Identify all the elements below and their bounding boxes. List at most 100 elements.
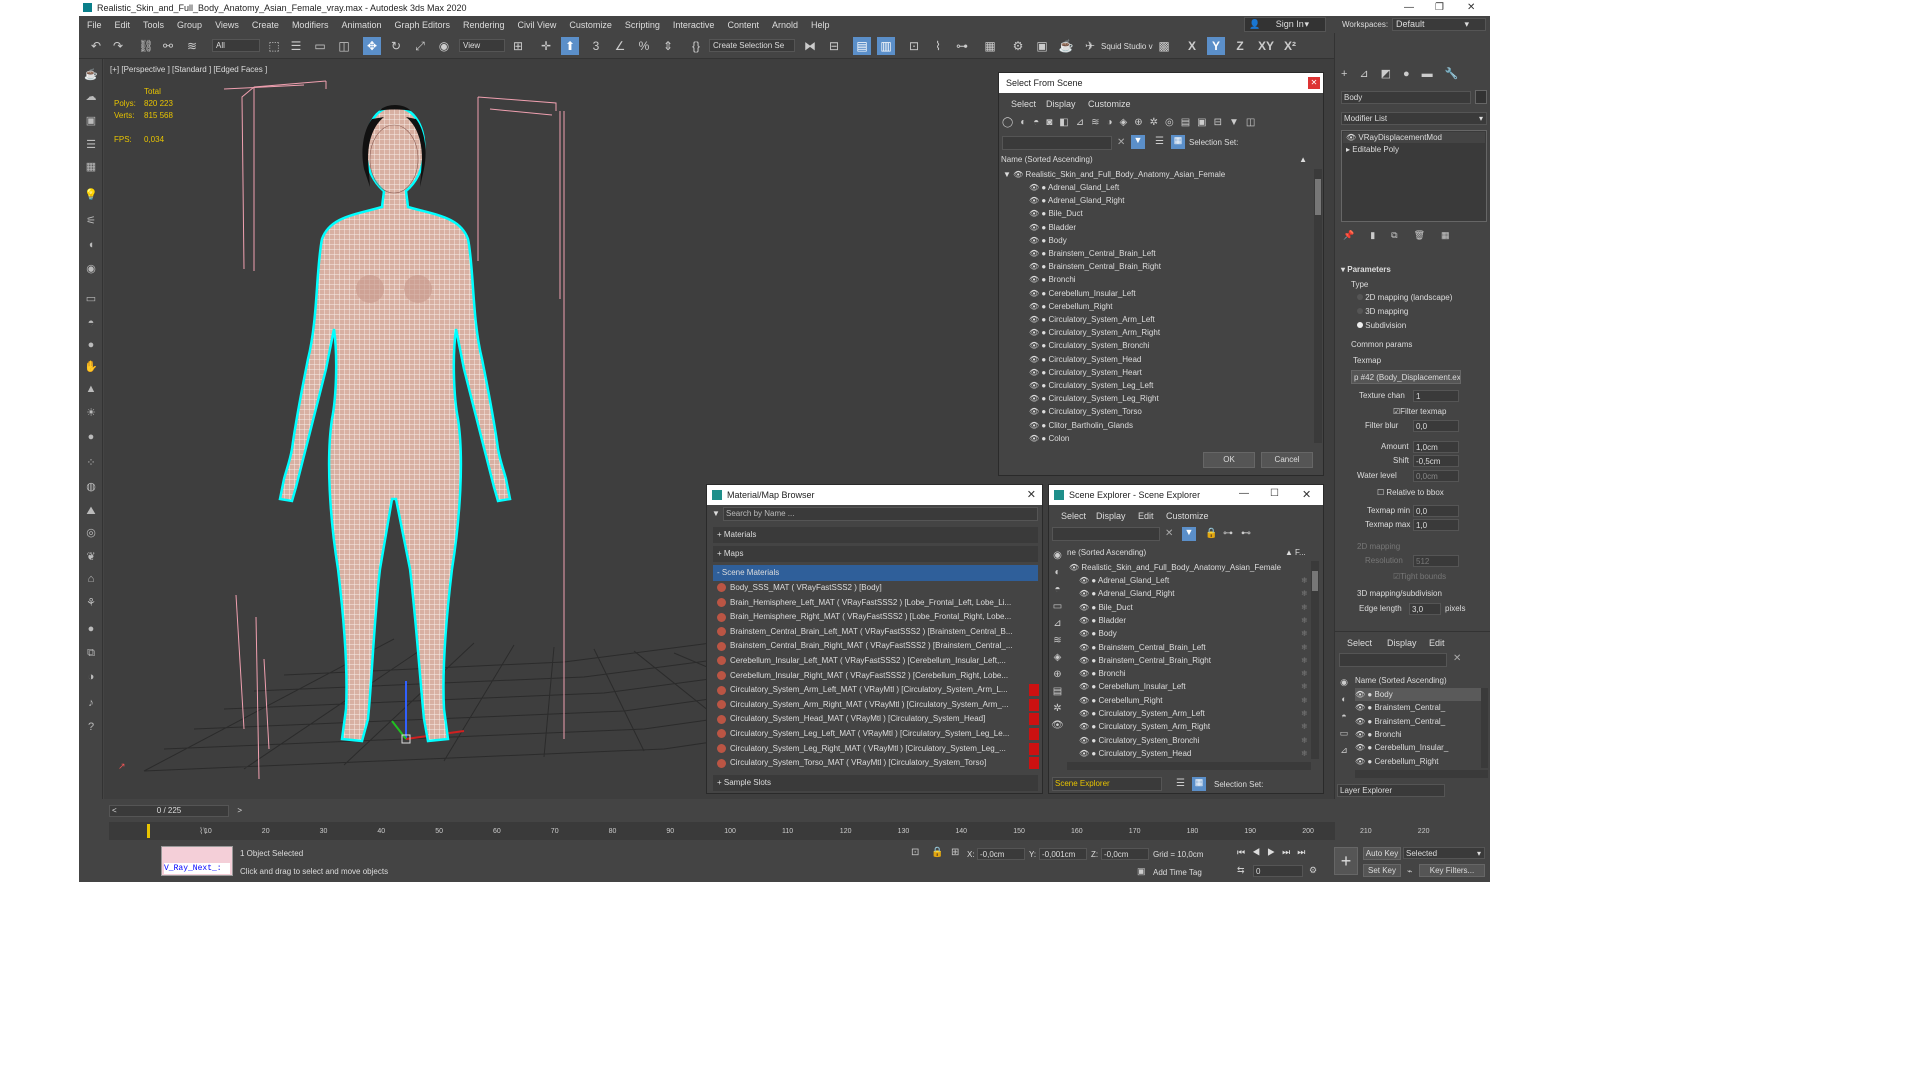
sfs-list-item[interactable]: 👁 ● Bronchi (1029, 273, 1076, 286)
redo-icon[interactable]: ↷ (109, 37, 127, 55)
le-menu-display[interactable]: Display (1387, 638, 1417, 648)
select-and-move-icon[interactable]: ✥ (363, 37, 381, 55)
freeze-icon[interactable]: ❄ (1301, 680, 1307, 693)
eye-icon[interactable]: 👁 (1079, 682, 1091, 691)
material-list-item[interactable]: Circulatory_System_Head_MAT ( VRayMtl ) … (717, 712, 1027, 726)
plant-icon[interactable]: ❦ (82, 549, 100, 565)
filter-texmap-checkbox[interactable]: ☑Filter texmap (1393, 407, 1446, 416)
se-list-item[interactable]: 👁 ● Adrenal_Gland_Right ❄ (1079, 587, 1307, 600)
ik-icon[interactable]: ⧉ (82, 645, 100, 661)
image-icon[interactable]: ▣ (82, 113, 100, 129)
clear-search-icon[interactable]: ✕ (1165, 528, 1173, 539)
material-list-item[interactable]: Circulatory_System_Leg_Right_MAT ( VRayM… (717, 742, 1027, 756)
mirror-icon[interactable]: ⧓ (801, 37, 819, 55)
tight-bounds-checkbox[interactable]: ☑Tight bounds (1393, 572, 1446, 581)
viewport-label[interactable]: [+] [Perspective ] [Standard ] [Edged Fa… (110, 65, 267, 74)
layer-list-item[interactable]: 👁 ● Bronchi (1355, 728, 1481, 741)
menu-civil-view[interactable]: Civil View (518, 20, 557, 30)
curve-editor-toggle-icon[interactable]: ⌇\ (199, 826, 206, 837)
layer-list-item[interactable]: 👁 ● Brainstem_Central_ (1355, 701, 1481, 714)
material-editor-icon[interactable]: ▦ (981, 37, 999, 55)
le-hscrollbar[interactable] (1355, 770, 1488, 778)
layer-list-item[interactable]: 👁 ● Cerebellum_Right (1355, 755, 1481, 768)
sfs-list-item[interactable]: 👁 ● Cerebellum_Insular_Left (1029, 287, 1136, 300)
material-list-item[interactable]: Cerebellum_Insular_Right_MAT ( VRayFastS… (717, 669, 1027, 683)
reference-coordinate-dropdown[interactable]: View (459, 39, 505, 52)
eye-icon[interactable]: 👁 (1079, 669, 1091, 678)
time-config-icon[interactable]: ⚙ (1309, 865, 1317, 876)
gold-sphere-icon[interactable]: ● (82, 429, 100, 445)
sfs-list-item[interactable]: 👁 ● Circulatory_System_Head (1029, 353, 1141, 366)
list-icon[interactable]: ☰ (82, 137, 100, 153)
eye-icon[interactable]: 👁 (1029, 381, 1041, 390)
texture-chan-spinner[interactable]: 1 (1413, 390, 1459, 402)
percent-snap-icon[interactable]: % (635, 37, 653, 55)
sfs-list-item[interactable]: 👁 ● Circulatory_System_Leg_Left (1029, 379, 1153, 392)
select-and-scale-icon[interactable]: ⤢ (411, 37, 429, 55)
camera-icon[interactable]: ◉ (82, 261, 100, 277)
close-icon[interactable]: ✕ (1467, 0, 1475, 16)
selection-filter-dropdown[interactable]: All (212, 39, 260, 52)
menu-animation[interactable]: Animation (341, 20, 381, 30)
texmap-button[interactable]: p #42 (Body_Displacement.ex (1351, 370, 1461, 384)
axis-z-button[interactable]: Z (1231, 37, 1249, 55)
dome-icon[interactable]: ◓ (82, 315, 100, 331)
fur-icon[interactable]: ⚘ (82, 595, 100, 611)
blue-sphere-icon[interactable]: ● (82, 621, 100, 637)
axis-x-squared-icon[interactable]: X² (1281, 37, 1299, 55)
scene-explorer-toggle-icon[interactable]: ▤ (853, 37, 871, 55)
se-menu-customize[interactable]: Customize (1166, 511, 1209, 521)
layers-icon[interactable]: ☰ (1155, 136, 1164, 147)
layer-explorer-dropdown[interactable]: Layer Explorer (1337, 784, 1445, 797)
squid-studio-label[interactable]: Squid Studio v (1101, 42, 1153, 51)
sfs-search-input[interactable] (1002, 136, 1112, 150)
sfs-list-item[interactable]: 👁 ● Body (1029, 234, 1067, 247)
material-list-item[interactable]: Brain_Hemisphere_Right_MAT ( VRayFastSSS… (717, 610, 1027, 624)
capsule-icon[interactable]: ◍ (82, 479, 100, 495)
light-icon[interactable]: 💡 (82, 187, 100, 203)
eye-icon[interactable]: 👁 (1029, 394, 1041, 403)
cancel-button[interactable]: Cancel (1261, 452, 1313, 468)
freeze-icon[interactable]: ❄ (1301, 734, 1307, 747)
material-list-item[interactable]: Circulatory_System_Leg_Left_MAT ( VRayMt… (717, 727, 1027, 741)
layer-list-item[interactable]: 👁 ● Body (1355, 688, 1481, 701)
time-tag-icon[interactable]: ▣ (1137, 866, 1146, 877)
key-mode-icon[interactable]: ⇆ (1237, 865, 1245, 876)
hand-icon[interactable]: ✋ (82, 359, 100, 375)
menu-scripting[interactable]: Scripting (625, 20, 660, 30)
material-list-item[interactable]: Circulatory_System_Arm_Left_MAT ( VRayMt… (717, 683, 1027, 697)
filter-icon[interactable]: ▼ (1131, 135, 1145, 149)
freeze-icon[interactable]: ❄ (1301, 654, 1307, 667)
filter-blur-spinner[interactable]: 0,0 (1413, 420, 1459, 432)
timeline-ruler[interactable]: 10 20 30 40 50 60 70 80 90 100 110 120 130 140 150 160 1… (109, 822, 1429, 840)
modifier-list-dropdown[interactable]: Modifier List ▾ (1341, 112, 1487, 125)
ribbon-toggle-icon[interactable]: ⊡ (905, 37, 923, 55)
hierarchy-icon[interactable]: ⊶ (1223, 528, 1233, 539)
eye-icon[interactable]: 👁 (1029, 236, 1041, 245)
menu-interactive[interactable]: Interactive (673, 20, 715, 30)
amount-spinner[interactable]: 1,0cm (1413, 441, 1459, 453)
parameters-rollout-header[interactable]: ▾ Parameters (1341, 265, 1391, 274)
render-setup-icon[interactable]: ⚙ (1009, 37, 1027, 55)
named-selection-dropdown[interactable]: Create Selection Se (709, 39, 795, 52)
se-menu-display[interactable]: Display (1096, 511, 1126, 521)
se-list-item[interactable]: 👁 ● Circulatory_System_Head ❄ (1079, 747, 1307, 759)
set-key-button[interactable]: Set Key (1363, 864, 1401, 877)
eye-icon[interactable]: 👁 (1355, 690, 1367, 699)
menu-views[interactable]: Views (215, 20, 239, 30)
sfs-list-item[interactable]: 👁 ● Circulatory_System_Torso (1029, 405, 1142, 418)
sfs-list-item[interactable]: 👁 ● Clitor_Bartholin_Glands (1029, 419, 1133, 432)
eye-icon[interactable]: 👁 (1079, 589, 1091, 598)
sfs-list-item[interactable]: 👁 ● Adrenal_Gland_Right (1029, 194, 1125, 207)
menu-group[interactable]: Group (177, 20, 202, 30)
maximize-icon[interactable]: ☐ (1270, 488, 1279, 499)
water-level-spinner[interactable]: 0,0cm (1413, 470, 1459, 482)
unlink-icon[interactable]: ⚯ (159, 37, 177, 55)
freeze-icon[interactable]: ❄ (1301, 707, 1307, 720)
keyboard-shortcut-toggle-icon[interactable]: ⬆ (561, 37, 579, 55)
link-icon[interactable]: ⛓ (137, 37, 155, 55)
sfs-list-item[interactable]: 👁 ● Adrenal_Gland_Left (1029, 181, 1119, 194)
bind-space-warp-icon[interactable]: ≋ (183, 37, 201, 55)
sfs-filter-toolbar[interactable]: ◯◐◓◙◧⊿≋◑◈⊕✲◎▤▣⊟▼◫ (1002, 117, 1320, 133)
spinner-snap-icon[interactable]: ⇕ (659, 37, 677, 55)
